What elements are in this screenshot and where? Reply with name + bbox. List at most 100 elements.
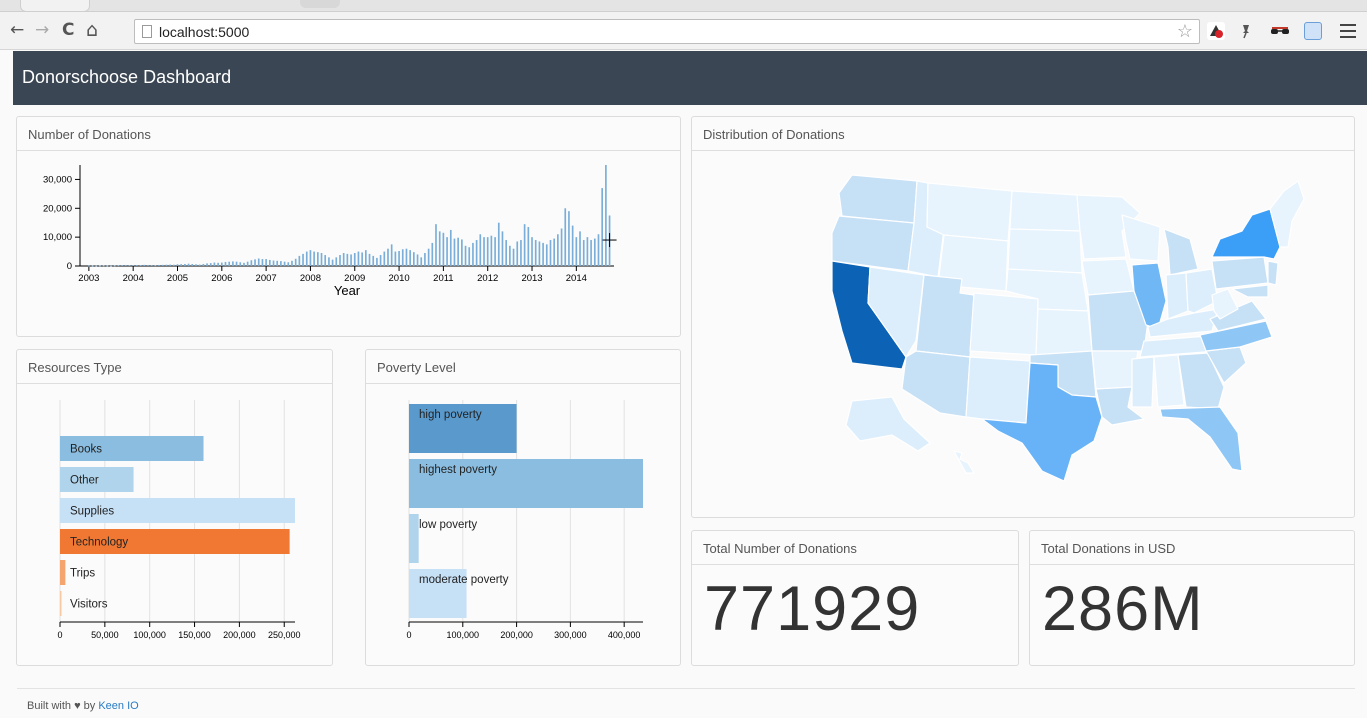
resources-bar-chart[interactable]: Books Other Supplies Technology Trips Visitor… [17,384,332,665]
donation-bar [110,265,112,267]
bar-trips [60,560,66,585]
footer-text: Built with ♥ by [27,700,96,712]
donation-bar [553,238,556,266]
donation-bar [102,265,105,267]
donation-bar [446,237,448,266]
donation-bar [486,237,489,266]
x-tick-label: 2005 [167,273,188,284]
donation-bar [154,265,157,267]
bar-label: Visitors [70,599,108,611]
donation-bar [538,241,541,266]
donation-bar [161,264,164,266]
donation-bar [95,265,98,267]
state-new-jersey [1267,260,1279,286]
donation-bar [424,253,426,266]
panel-title: Resources Type [17,350,332,384]
donation-bar [353,253,356,266]
donation-bar [232,261,234,266]
glasses-icon[interactable] [1270,22,1289,40]
donation-bar [387,248,389,266]
app-title: Donorschoose Dashboard [22,67,232,87]
reload-icon[interactable]: C [62,20,74,40]
home-icon[interactable]: ⌂ [86,20,98,40]
browser-tab[interactable] [20,0,90,12]
donation-bar [136,264,138,266]
keen-io-link[interactable]: Keen IO [98,700,138,712]
state-arkansas [1091,350,1139,390]
donation-bar [442,232,445,266]
x-tick-label: 50,000 [91,630,119,640]
donation-bar [132,265,135,266]
donation-bar [220,262,223,266]
screenshot-icon[interactable] [1304,22,1322,40]
donation-bar [88,265,90,267]
donation-bar [331,259,334,266]
address-bar[interactable]: localhost:5000 ☆ [134,19,1200,44]
browser-tab-inactive[interactable] [300,0,340,8]
donation-bar [147,264,149,266]
donations-time-chart[interactable]: 0 10,000 20,000 30,000 2003 2004 2005 2006 2007 2… [17,151,680,336]
state-mississippi [1131,356,1155,408]
footer: Built with ♥ by Keen IO [27,700,139,712]
donation-bar [106,265,109,267]
donation-bar [209,263,212,266]
x-tick-label: 2011 [433,273,453,284]
menu-icon[interactable] [1340,24,1356,42]
acrobat-icon[interactable] [1207,22,1225,40]
forward-icon[interactable]: → [35,20,49,40]
us-choropleth-map[interactable] [692,151,1354,517]
state-indiana [1165,272,1189,320]
donation-bar [121,265,123,266]
donation-bar [276,260,279,266]
donation-bar [472,242,474,266]
footer-divider [17,688,1355,689]
donation-bar [412,252,415,266]
x-tick-label: 2010 [389,273,410,284]
donation-bar [438,231,441,266]
back-icon[interactable]: ← [10,20,24,40]
donation-bar [427,248,430,266]
x-axis-title: Year [334,283,361,298]
x-tick-label: 0 [406,630,411,640]
donation-bar [605,165,607,266]
pin-icon[interactable] [1237,22,1255,40]
donation-bar [512,248,515,266]
poverty-bar-chart[interactable]: high poverty highest poverty low poverty mo… [366,384,680,665]
donation-bar [91,265,94,267]
donation-bar [268,259,271,266]
star-icon[interactable]: ☆ [1177,21,1193,42]
donation-bar [243,262,245,266]
donation-bar [505,240,508,266]
donation-bar [280,261,282,266]
donation-bar [501,231,504,266]
donation-bar [113,265,116,267]
donation-bar [368,253,371,266]
donation-bar [372,255,375,266]
panel-total-number: Total Number of Donations 771929 [691,530,1019,666]
donation-bar [217,262,219,266]
x-tick-label: 200,000 [223,630,256,640]
x-tick-label: 2004 [123,273,144,284]
donation-bar [283,261,286,266]
state-north-dakota [1009,190,1081,232]
donation-bar [239,262,242,266]
donation-bar [305,251,308,266]
total-donations-usd: 286M [1042,574,1204,644]
bar-label: highest poverty [419,464,497,476]
donation-bar [560,228,563,266]
donation-bar [490,235,493,266]
state-hawaii [953,450,975,474]
donation-bar [582,240,585,266]
state-florida [1159,406,1243,472]
bar-label: low poverty [419,519,477,531]
donation-bar [195,264,197,266]
donation-bar [534,240,537,266]
donation-bar [361,252,363,266]
donation-bar [394,251,397,266]
tab-strip [0,0,1367,12]
donation-bar [320,253,323,266]
url-text[interactable]: localhost:5000 [159,24,249,40]
donation-bar [545,244,548,266]
donation-bar [172,264,175,266]
x-tick-label: 2012 [477,273,498,284]
